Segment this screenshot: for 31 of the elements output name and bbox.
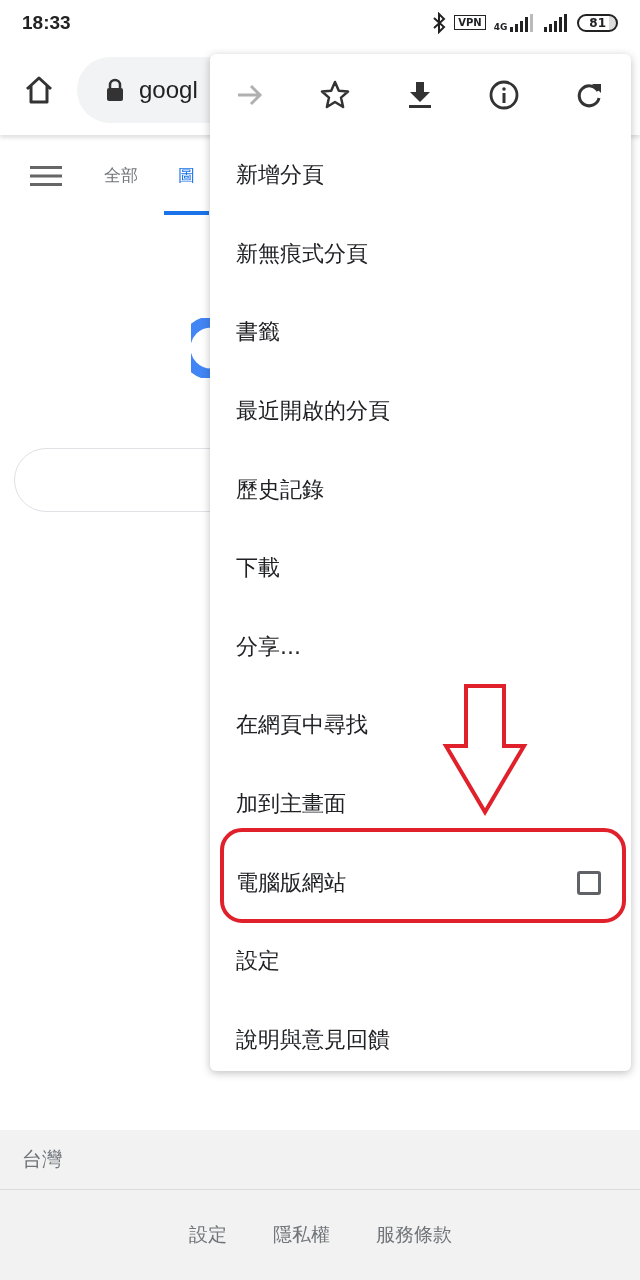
home-icon[interactable] [23,74,55,106]
footer-link[interactable]: 設定 [188,1222,227,1248]
battery-indicator: 81 [577,13,618,32]
network-type: 4G [493,21,508,32]
star-icon[interactable] [318,79,351,111]
region-label: 台灣 [22,1146,62,1173]
lock-icon [105,78,125,102]
signal-icon [543,12,570,33]
menu-item[interactable]: 說明與意見回饋 [210,1000,631,1080]
menu-item[interactable]: 電腦版網站 [210,843,631,922]
menu-item[interactable]: 新增分頁 [210,136,631,215]
menu-item[interactable]: 分享... [210,607,631,687]
bluetooth-icon [432,11,447,34]
menu-item[interactable]: 新無痕式分頁 [210,214,631,294]
footer-link[interactable]: 隱私權 [272,1222,330,1248]
menu-item[interactable]: 在網頁中尋找 [210,686,631,765]
menu-item[interactable]: 設定 [210,921,631,1001]
footer-link[interactable]: 服務條款 [375,1222,452,1248]
checkbox[interactable] [577,870,601,895]
menu-icon[interactable] [30,165,62,187]
menu-item[interactable]: 加到主畫面 [210,764,631,844]
menu-item[interactable]: 下載 [210,528,631,608]
tab[interactable]: 全部 [104,137,138,215]
signal-icon [509,12,536,33]
vpn-indicator: VPN [454,15,486,30]
info-icon[interactable] [488,79,521,111]
menu-item[interactable]: 書籤 [210,293,631,372]
menu-item[interactable]: 最近開啟的分頁 [210,371,631,451]
clock: 18:33 [22,11,71,34]
menu-item[interactable]: 歷史記錄 [210,450,631,529]
logo-icon [191,318,211,378]
